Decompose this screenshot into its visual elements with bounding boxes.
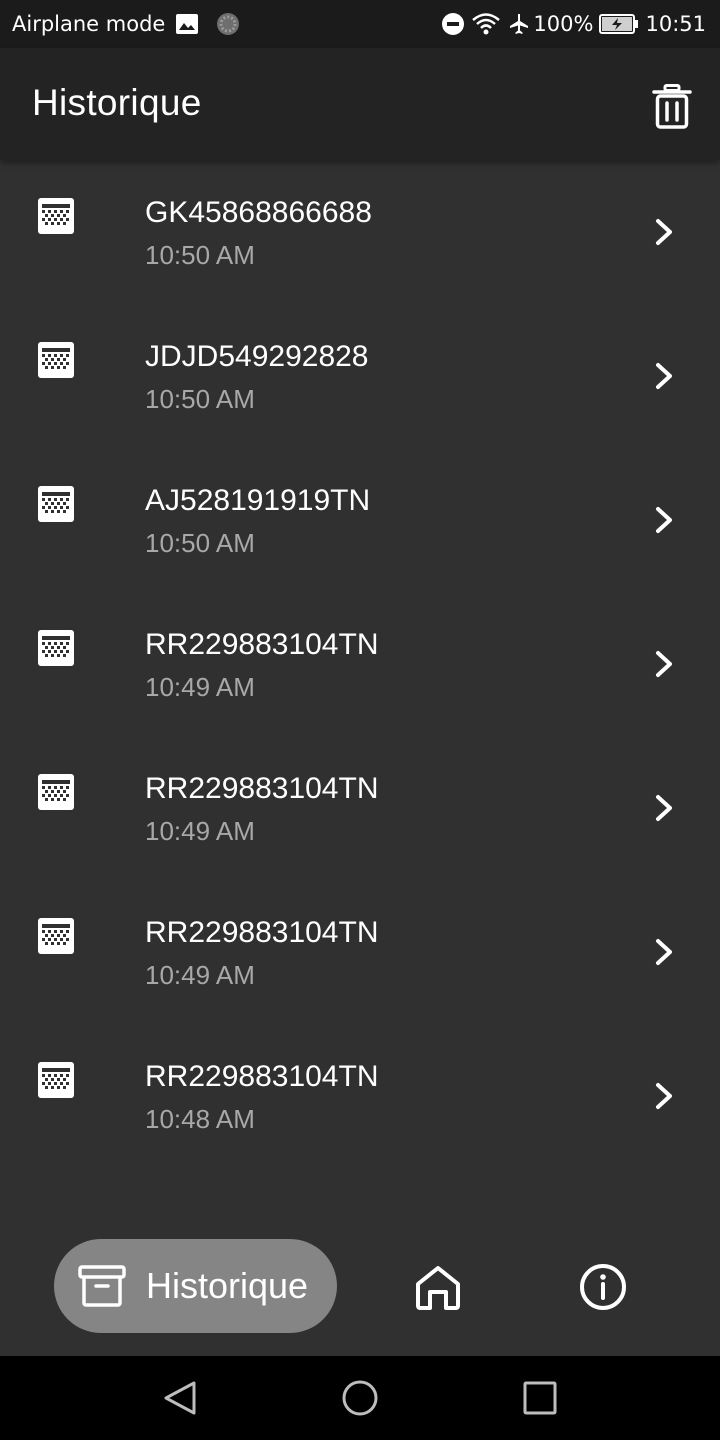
info-icon: [580, 1264, 626, 1310]
history-item-code: JDJD549292828: [145, 340, 369, 373]
image-icon: [175, 13, 199, 35]
wifi-icon: [471, 12, 501, 36]
battery-text: 100%: [533, 12, 594, 36]
do-not-disturb-icon: [441, 12, 465, 36]
history-item-code: AJ528191919TN: [145, 484, 371, 517]
history-item-code: RR229883104TN: [145, 772, 379, 805]
history-item[interactable]: JDJD549292828 10:50 AM: [0, 304, 720, 448]
history-item-code: GK45868866688: [145, 196, 372, 229]
nav-home-tab[interactable]: [412, 1262, 464, 1314]
history-item-time: 10:49 AM: [145, 816, 255, 846]
screen: Airplane mode 100% 10:51 Historique GK45…: [0, 0, 720, 1440]
home-icon: [416, 1266, 460, 1310]
barcode-icon: [38, 1062, 74, 1098]
history-item[interactable]: RR229883104TN 10:49 AM: [0, 880, 720, 1024]
barcode-icon: [38, 774, 74, 810]
recents-icon[interactable]: [520, 1378, 560, 1418]
barcode-icon: [38, 918, 74, 954]
history-item-time: 10:50 AM: [145, 240, 255, 270]
chevron-right-icon: [656, 651, 672, 677]
history-item-code: RR229883104TN: [145, 1060, 379, 1093]
chevron-right-icon: [656, 219, 672, 245]
chevron-right-icon: [656, 939, 672, 965]
history-item[interactable]: GK45868866688 10:50 AM: [0, 160, 720, 304]
battery-charging-icon: [599, 14, 639, 34]
chevron-right-icon: [656, 795, 672, 821]
history-item-time: 10:48 AM: [145, 1104, 255, 1134]
trash-icon: [652, 84, 692, 129]
barcode-icon: [38, 198, 74, 234]
history-item-time: 10:50 AM: [145, 528, 255, 558]
history-item-time: 10:49 AM: [145, 960, 255, 990]
history-item[interactable]: AJ528191919TN 10:50 AM: [0, 448, 720, 592]
bottom-nav: Historique: [0, 1214, 720, 1356]
history-list: GK45868866688 10:50 AM JDJD549292828 10:…: [0, 160, 720, 1168]
nav-history-label: Historique: [146, 1265, 309, 1306]
nav-info-tab[interactable]: [578, 1262, 628, 1312]
status-right: 100% 10:51: [435, 12, 706, 36]
status-left: Airplane mode: [12, 11, 241, 37]
page-title: Historique: [32, 82, 202, 123]
delete-history-button[interactable]: [646, 82, 698, 132]
nav-history-tab[interactable]: Historique: [54, 1239, 337, 1333]
status-bar: Airplane mode 100% 10:51: [0, 0, 720, 48]
home-circle-icon[interactable]: [340, 1378, 380, 1418]
status-mode-text: Airplane mode: [12, 12, 166, 36]
barcode-icon: [38, 630, 74, 666]
archive-icon: [78, 1264, 126, 1308]
barcode-icon: [38, 486, 74, 522]
system-nav-bar: [0, 1356, 720, 1440]
history-item[interactable]: RR229883104TN 10:49 AM: [0, 736, 720, 880]
chevron-right-icon: [656, 363, 672, 389]
loading-icon: [215, 11, 241, 37]
history-item-time: 10:49 AM: [145, 672, 255, 702]
airplane-icon: [507, 12, 531, 36]
app-bar: Historique: [0, 48, 720, 160]
chevron-right-icon: [656, 1083, 672, 1109]
chevron-right-icon: [656, 507, 672, 533]
back-icon[interactable]: [160, 1378, 200, 1418]
history-item[interactable]: RR229883104TN 10:49 AM: [0, 592, 720, 736]
history-item-code: RR229883104TN: [145, 916, 379, 949]
history-item-time: 10:50 AM: [145, 384, 255, 414]
history-item-code: RR229883104TN: [145, 628, 379, 661]
barcode-icon: [38, 342, 74, 378]
history-item[interactable]: RR229883104TN 10:48 AM: [0, 1024, 720, 1168]
status-time: 10:51: [645, 12, 706, 36]
